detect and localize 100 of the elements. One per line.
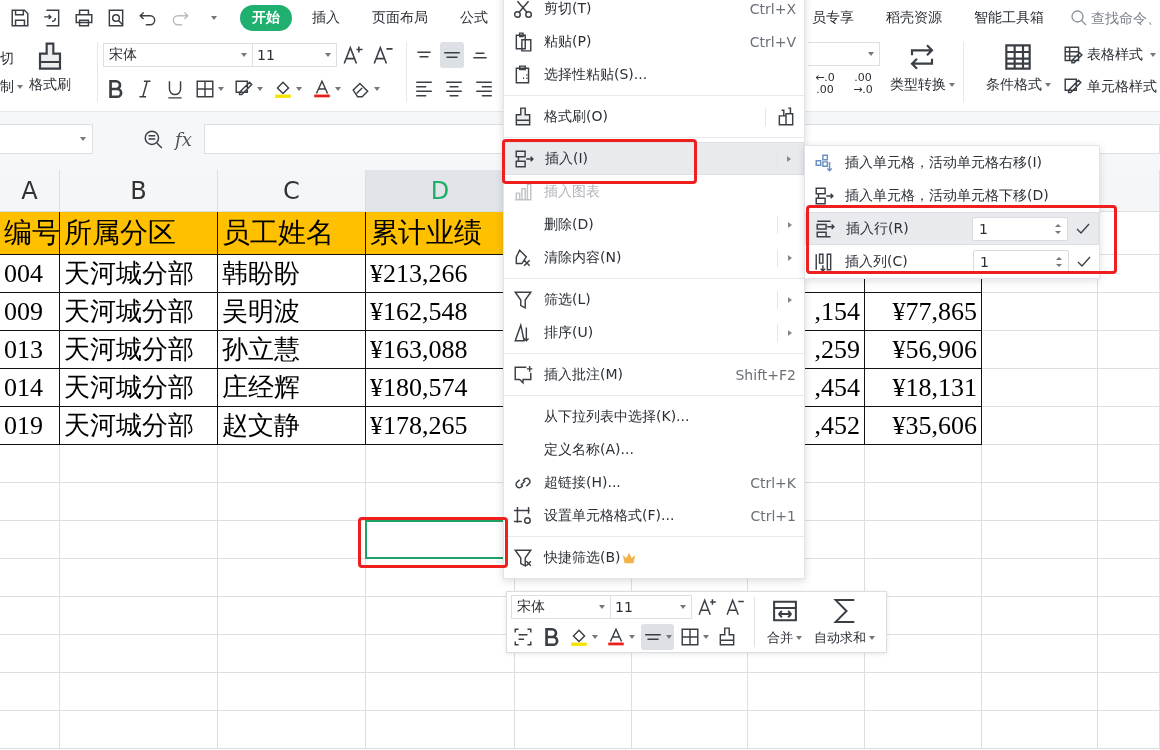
- cell-style-button[interactable]: 单元格样式: [1063, 74, 1157, 100]
- table-cell: 赵文静: [218, 407, 366, 445]
- shrink-font-icon: [726, 597, 746, 617]
- autosum-button[interactable]: 自动求和: [814, 597, 875, 647]
- count-spinner[interactable]: 1: [972, 216, 1068, 241]
- type-convert-button[interactable]: 类型转换: [886, 42, 958, 94]
- insert-icon: [514, 148, 534, 169]
- font-color-icon: [312, 79, 332, 99]
- font-size-select[interactable]: 11: [252, 43, 337, 67]
- table-cell: 天河城分部: [60, 331, 218, 369]
- menu-item[interactable]: 插入单元格，活动单元格右移(I): [805, 146, 1099, 179]
- ribbon-tab[interactable]: 插入: [300, 5, 352, 31]
- format-painter-button[interactable]: 格式刷: [29, 42, 71, 96]
- caret-icon: [948, 83, 955, 87]
- font-family-select[interactable]: 宋体: [511, 595, 611, 619]
- table-cell: 天河城分部: [60, 293, 218, 331]
- table-cell: 004: [0, 255, 60, 293]
- table-style-button[interactable]: 表格样式: [1063, 42, 1157, 68]
- conditional-format-button[interactable]: 条件格式: [979, 42, 1057, 94]
- ribbon-tab[interactable]: 智能工具箱: [962, 5, 1056, 31]
- font-size-select[interactable]: 11: [610, 595, 692, 619]
- ribbon-tab[interactable]: 页面布局: [360, 5, 440, 31]
- align-middle-icon: [643, 632, 663, 642]
- empty-cell: [1098, 369, 1160, 407]
- empty-cell: [1098, 673, 1160, 711]
- decimal-button[interactable]: ←.0 .00: [808, 72, 842, 96]
- preview-icon: [106, 8, 126, 28]
- font-color-icon: [606, 627, 626, 647]
- table-cell: ¥56,906: [865, 331, 982, 369]
- copy-label[interactable]: 制: [0, 78, 23, 96]
- column-header[interactable]: C: [218, 170, 366, 212]
- search-icon: [1070, 9, 1088, 27]
- align-bottom-icon: [470, 50, 490, 60]
- column-header[interactable]: A: [0, 170, 60, 212]
- menu-item[interactable]: 快捷筛选(B): [504, 541, 804, 574]
- clipboard-icon: [513, 31, 533, 52]
- ocr-icon: [513, 627, 533, 647]
- table-cell: ¥35,606: [865, 407, 982, 445]
- empty-cell: [0, 673, 60, 711]
- menu-item[interactable]: 选择性粘贴(S)...: [504, 58, 804, 91]
- insert-icon: [814, 185, 834, 206]
- caret-icon: [218, 87, 224, 91]
- shrink-font-icon: [373, 44, 395, 66]
- caret-icon: [210, 16, 217, 20]
- decimal-button[interactable]: .00 →.0: [846, 72, 880, 96]
- caret-icon: [335, 87, 341, 91]
- empty-cell: [1098, 293, 1160, 331]
- menu-item[interactable]: 插入单元格，活动单元格下移(D): [805, 179, 1099, 212]
- caret-icon: [296, 87, 302, 91]
- merge-button[interactable]: 合并: [767, 597, 802, 647]
- empty-cell: [1098, 331, 1160, 369]
- column-header[interactable]: [1098, 170, 1160, 212]
- underline-icon: [165, 79, 185, 99]
- save-icon: [10, 8, 30, 28]
- menu-item[interactable]: 设置单元格格式(F)... Ctrl+1: [504, 499, 804, 532]
- chart-icon: [513, 181, 533, 202]
- zoom-icon: [143, 129, 163, 149]
- table-cell: 吴明波: [218, 293, 366, 331]
- table-cell: 天河城分部: [60, 407, 218, 445]
- empty-cell: [1098, 597, 1160, 635]
- menu-item[interactable]: 超链接(H)... Ctrl+K: [504, 466, 804, 499]
- fill-color-icon: [569, 627, 589, 647]
- header-cell: 编号: [0, 212, 60, 255]
- empty-cell: [0, 711, 60, 749]
- insert-column-icon: [814, 251, 834, 272]
- count-spinner[interactable]: 1: [973, 249, 1069, 274]
- align-middle-button[interactable]: [641, 624, 674, 650]
- ribbon-tab[interactable]: 稻壳资源: [874, 5, 954, 31]
- font-family-select[interactable]: 宋体: [103, 43, 253, 67]
- table-cell: 庄经辉: [218, 369, 366, 407]
- table-cell: 天河城分部: [60, 255, 218, 293]
- menu-item[interactable]: 插入行(R) 1: [805, 212, 1099, 245]
- menu-item[interactable]: 插入(I): [504, 142, 804, 175]
- table-cell: 天河城分部: [60, 369, 218, 407]
- column-header[interactable]: B: [60, 170, 218, 212]
- export-icon: [42, 8, 62, 28]
- caret-icon: [1044, 83, 1051, 87]
- table-cell: ¥77,865: [865, 293, 982, 331]
- function-label[interactable]: fx: [175, 128, 192, 150]
- scissors-icon: [513, 0, 533, 19]
- eraser-icon: [513, 247, 533, 268]
- empty-cell: [1098, 711, 1160, 749]
- grow-font-icon: [343, 44, 365, 66]
- border-icon: [680, 627, 700, 647]
- caret-icon: [868, 52, 874, 56]
- table-cell: 韩盼盼: [218, 255, 366, 293]
- align-middle-button[interactable]: [440, 42, 464, 68]
- caret-icon: [325, 53, 331, 57]
- caret-icon: [869, 636, 875, 640]
- quick-filter-icon: [513, 547, 533, 568]
- grow-font-icon: [698, 597, 718, 617]
- conditional-format-icon: [1003, 42, 1033, 72]
- align-center-icon: [444, 79, 464, 99]
- insert-right-icon: [814, 152, 834, 173]
- cut-label[interactable]: 切: [0, 50, 23, 68]
- table-style-icon: [1063, 45, 1083, 65]
- menu-item[interactable]: 格式刷(O): [504, 100, 804, 133]
- menu-item[interactable]: 插入列(C) 1: [805, 245, 1099, 278]
- print-icon: [74, 8, 94, 28]
- ribbon-tab[interactable]: 公式: [448, 5, 500, 31]
